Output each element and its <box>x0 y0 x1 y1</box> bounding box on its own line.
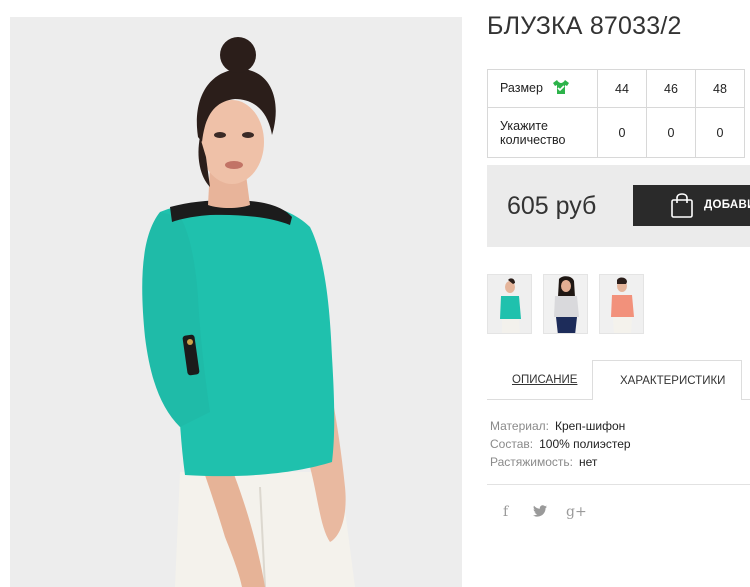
tab-divider <box>742 399 750 400</box>
quantity-input[interactable]: 0 <box>695 107 745 158</box>
spec-value: Креп-шифон <box>554 419 626 433</box>
quantity-label-line1: Укажите <box>500 118 548 133</box>
spec-row: Растяжимость: нет <box>490 453 631 471</box>
size-option[interactable]: 46 <box>646 69 696 108</box>
add-to-cart-label: ДОБАВИТЬ <box>704 199 750 211</box>
size-option[interactable]: 48 <box>695 69 745 108</box>
thumbnail-grey-blouse[interactable] <box>543 274 588 334</box>
quantity-label-cell: Укажите количество <box>487 107 598 158</box>
tab-characteristics-label: ХАРАКТЕРИСТИКИ <box>620 375 726 387</box>
tab-description[interactable]: ОПИСАНИЕ <box>512 374 577 386</box>
section-divider <box>487 484 750 485</box>
product-price: 605 руб <box>507 192 597 220</box>
thumbnail-coral-blouse[interactable] <box>599 274 644 334</box>
size-quantity-table: Размер 44 46 48 Укажите количество 0 0 0 <box>487 69 745 158</box>
tab-characteristics[interactable]: ХАРАКТЕРИСТИКИ <box>592 360 742 400</box>
price-box: 605 руб ДОБАВИТЬ <box>487 165 750 247</box>
facebook-icon[interactable]: f <box>503 504 508 520</box>
product-title: БЛУЗКА 87033/2 <box>487 12 682 40</box>
spec-value: нет <box>579 455 598 469</box>
spec-key: Растяжимость: <box>490 455 574 469</box>
size-label-cell: Размер <box>487 69 598 108</box>
spec-row: Состав: 100% полиэстер <box>490 435 631 453</box>
add-to-cart-button[interactable]: ДОБАВИТЬ <box>633 185 750 226</box>
tab-divider <box>487 399 592 400</box>
quantity-input[interactable]: 0 <box>646 107 696 158</box>
google-plus-icon[interactable]: g+ <box>566 504 587 520</box>
quantity-label-line2: количество <box>500 132 566 147</box>
spec-key: Состав: <box>490 437 534 451</box>
model-photo <box>10 17 462 587</box>
product-tabs: ОПИСАНИЕ ХАРАКТЕРИСТИКИ <box>487 360 750 400</box>
spec-value: 100% полиэстер <box>539 437 631 451</box>
quantity-input[interactable]: 0 <box>597 107 647 158</box>
shopping-bag-icon <box>670 193 694 221</box>
size-chart-shirt-icon[interactable] <box>552 79 570 98</box>
size-label: Размер <box>500 80 543 95</box>
thumbnail-turquoise-blouse[interactable] <box>487 274 532 334</box>
specs-list: Материал: Креп-шифон Состав: 100% полиэсте… <box>490 417 631 471</box>
twitter-icon[interactable] <box>533 505 547 521</box>
spec-key: Материал: <box>490 419 549 433</box>
product-main-image[interactable] <box>10 17 462 587</box>
spec-row: Материал: Креп-шифон <box>490 417 631 435</box>
size-option[interactable]: 44 <box>597 69 647 108</box>
